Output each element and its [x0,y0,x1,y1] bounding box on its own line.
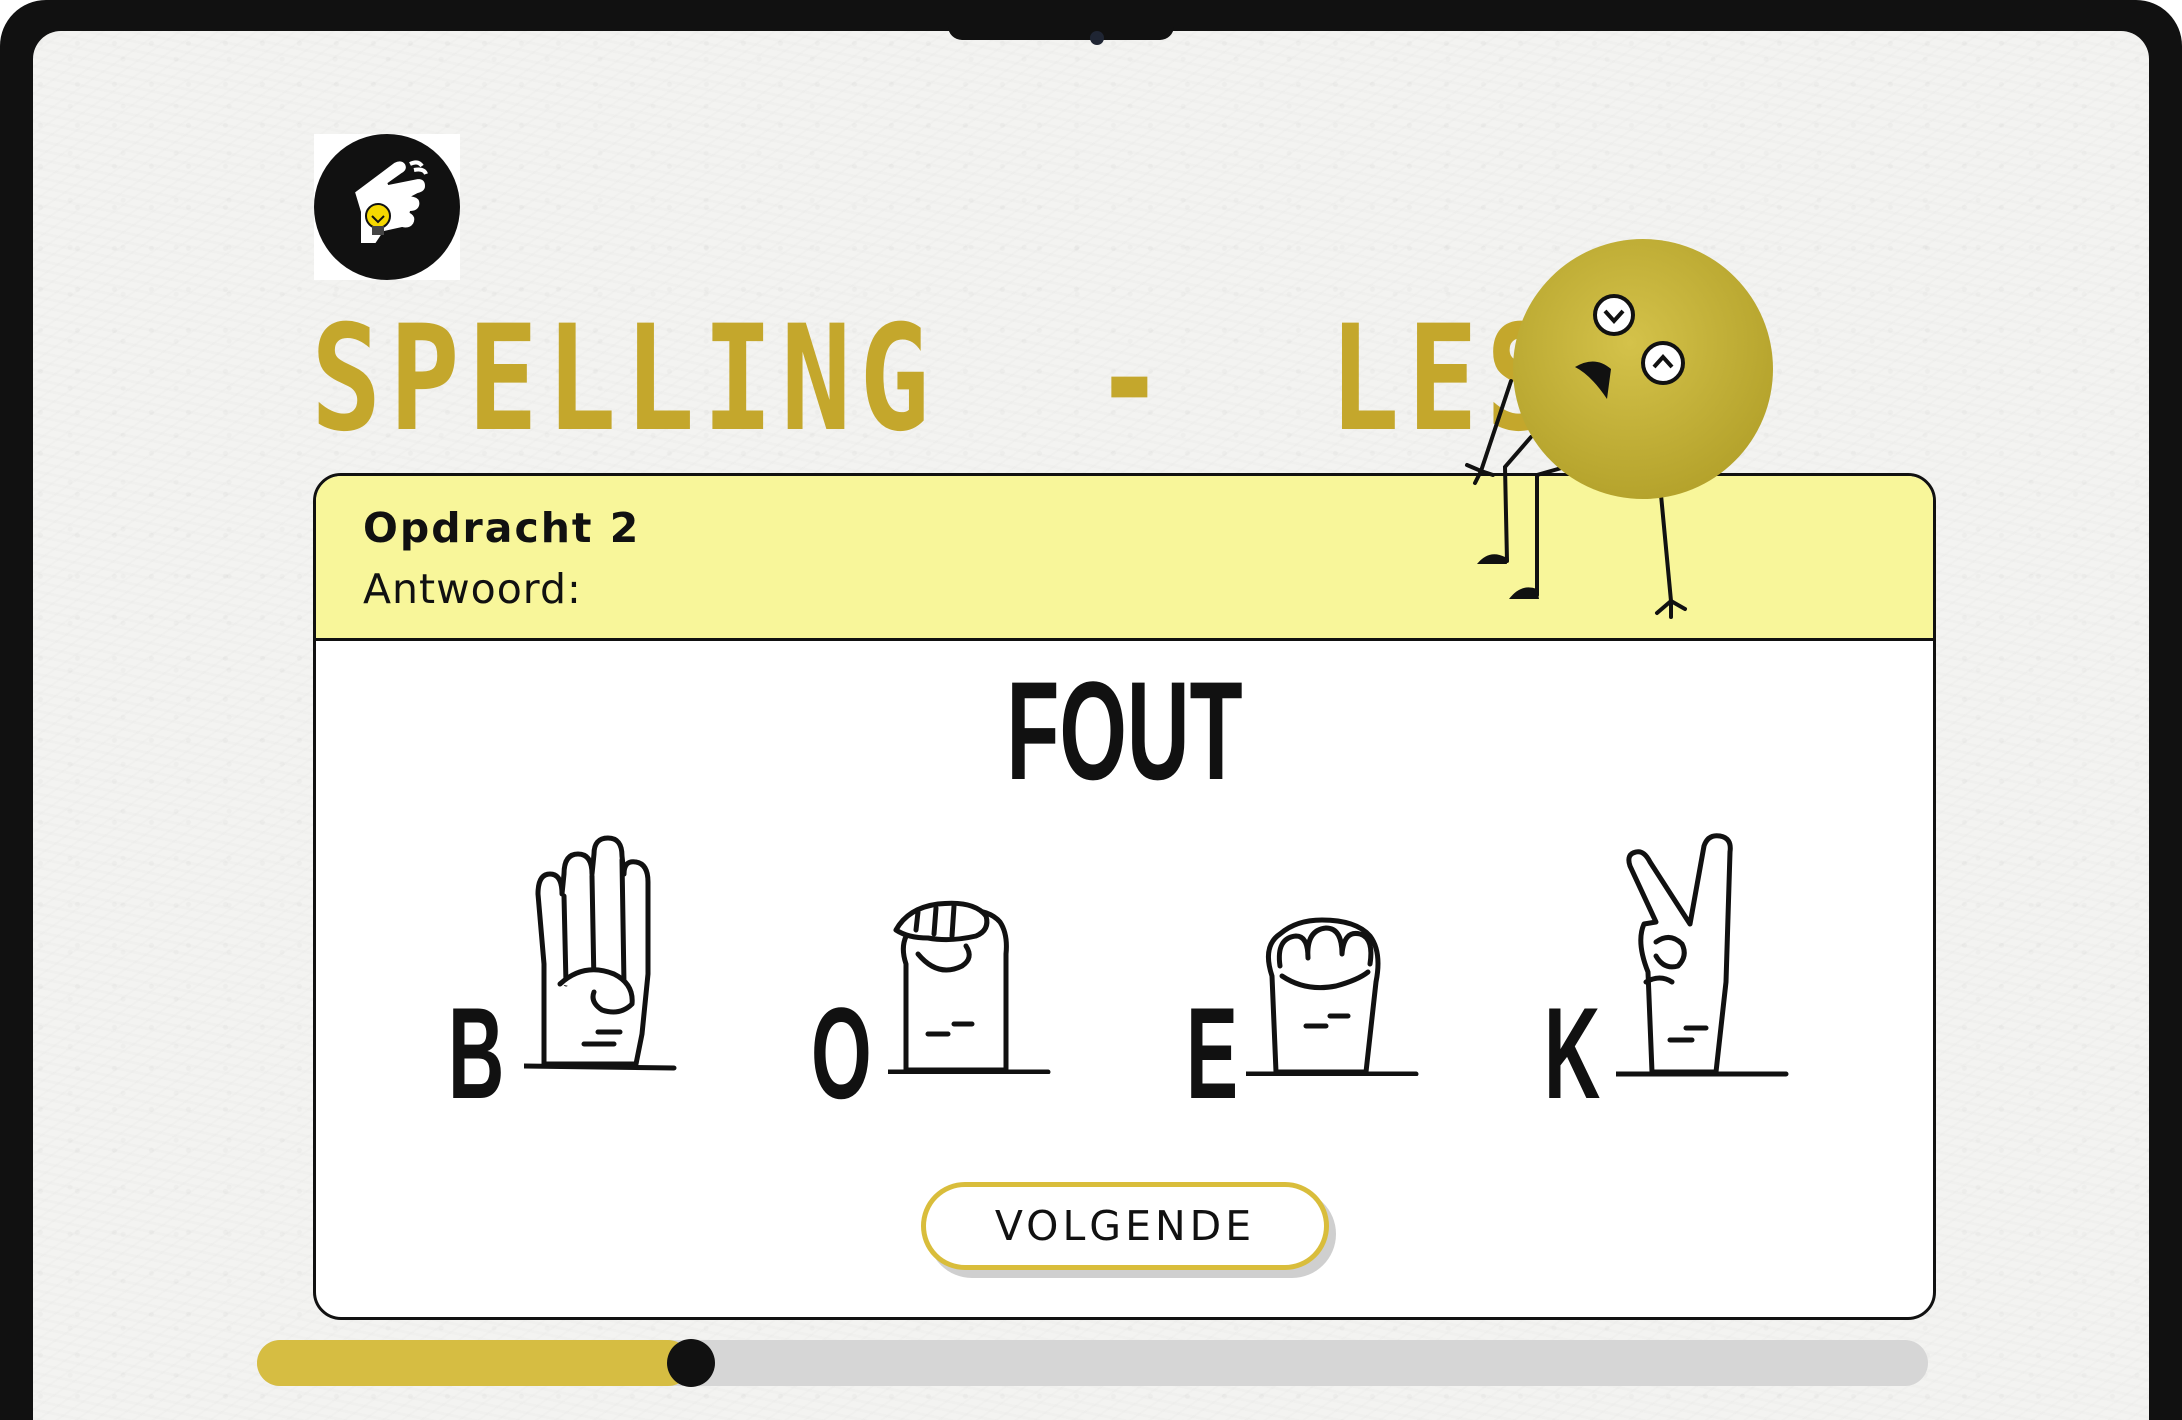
letter-e: E [1186,980,1239,1126]
answer-label: Antwoord: [363,565,582,613]
camera-notch [948,0,1174,40]
sign-hand-o-icon [888,900,1051,1074]
result-text: FOUT [1006,652,1243,809]
task-label: Opdracht 2 [363,504,641,552]
letter-o: O [811,980,872,1126]
camera-icon [1090,31,1104,45]
progress-fill [257,1340,692,1386]
logo[interactable] [314,134,460,280]
letter-b: B [448,980,505,1126]
sad-mascot-character [1465,239,1773,619]
app-screen: SPELLING - LES 1 Opdracht 2 Antwoord: FO… [33,31,2149,1420]
next-button[interactable]: VOLGENDE [921,1182,1329,1270]
sign-hand-b-icon [524,835,677,1071]
progress-handle[interactable] [667,1339,716,1387]
progress-bar[interactable] [257,1339,1928,1387]
letter-k: K [1544,980,1601,1126]
laptop-frame: SPELLING - LES 1 Opdracht 2 Antwoord: FO… [0,0,2182,1420]
sign-hand-e-icon [1246,917,1419,1076]
sign-hand-k-icon [1616,833,1789,1077]
hand-lightbulb-icon [352,159,428,245]
